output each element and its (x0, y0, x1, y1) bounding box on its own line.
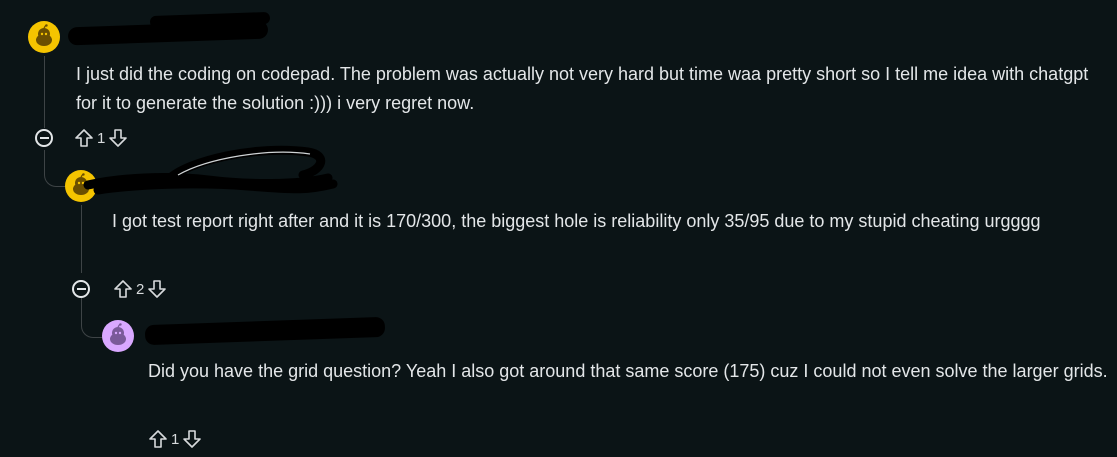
comment-1-collapse-button[interactable] (35, 129, 53, 147)
thread-line-level-2 (81, 205, 82, 273)
comment-2-body: I got test report right after and it is … (112, 211, 1041, 231)
comment-3-body: Did you have the grid question? Yeah I a… (148, 361, 1108, 381)
comment-2-vote-count: 2 (136, 280, 145, 298)
comment-2-vote-bar: 2 (113, 277, 167, 301)
upvote-icon[interactable] (148, 429, 168, 449)
comment-1-avatar[interactable] (28, 21, 60, 53)
comment-3-vote-bar: 1 (148, 427, 202, 451)
comment-3-username-redacted (144, 316, 386, 346)
comment-2-username-scribble (83, 145, 338, 195)
comment-2-collapse-button[interactable] (72, 280, 90, 298)
comment-1-body: I just did the coding on codepad. The pr… (76, 64, 1089, 113)
thread-connector-level-1 (44, 150, 67, 187)
thread-line-level-1 (44, 56, 45, 128)
comment-3-avatar[interactable] (102, 320, 134, 352)
downvote-icon[interactable] (147, 279, 167, 299)
snoo-avatar-icon (36, 24, 52, 46)
downvote-icon[interactable] (182, 429, 202, 449)
thread-connector-level-2 (81, 297, 104, 338)
comment-3-vote-count: 1 (171, 430, 180, 448)
upvote-icon[interactable] (113, 279, 133, 299)
snoo-avatar-icon (110, 323, 126, 345)
